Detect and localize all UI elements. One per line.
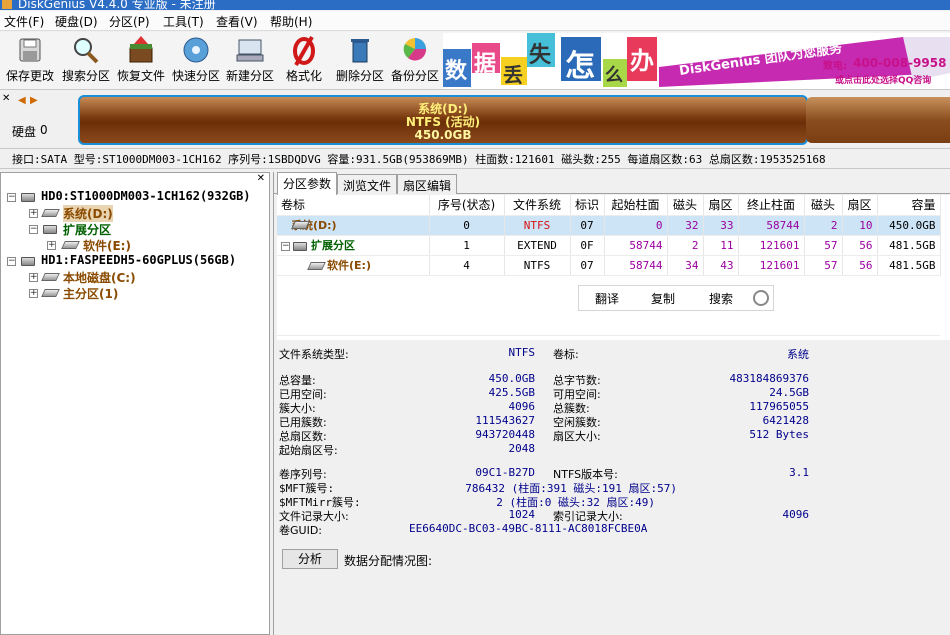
prev-disk-icon[interactable]: ◀ — [18, 95, 26, 106]
volume-guid: EE6640DC-BC03-49BC-8111-AC8018FCBE0A — [409, 522, 648, 535]
menu-help[interactable]: 帮助(H) — [270, 13, 312, 30]
tree-node-primary[interactable]: 主分区(1) — [63, 285, 118, 302]
expand-icon[interactable]: + — [29, 273, 38, 282]
hdd-icon — [21, 257, 35, 266]
fs-type-value: NTFS — [508, 346, 536, 359]
banner-char: 怎 — [565, 49, 595, 84]
banner-char: 丢 — [503, 63, 523, 87]
partition-bar-size: 450.0GB — [414, 128, 472, 142]
title-bar: DiskGenius V4.4.0 专业版 - 未注册 — [0, 0, 950, 10]
disk-tree: ✕ − HD0:ST1000DM003-1CH162(932GB) + 系统(D… — [0, 172, 270, 635]
magnifier-icon — [74, 38, 99, 64]
translate-button[interactable]: 翻译 — [595, 290, 619, 307]
format-button[interactable]: 格式化 — [282, 34, 326, 88]
tree-node-hd1[interactable]: HD1:FASPEEDH5-60GPLUS(56GB) — [41, 253, 236, 267]
next-disk-icon[interactable]: ▶ — [30, 95, 38, 106]
table-row[interactable]: 软件(E:) 4 NTFS 07 58744 34 43 121601 57 5… — [277, 255, 941, 276]
table-header: 卷标 序号(状态) 文件系统 标识 起始柱面 磁头 扇区 终止柱面 磁头 扇区 … — [277, 195, 941, 216]
partition-bar-system[interactable]: 系统(D:) NTFS (活动) 450.0GB — [78, 95, 808, 145]
analyze-button[interactable]: 分析 — [282, 549, 338, 569]
recover-box-icon — [129, 36, 153, 63]
tree-node-software[interactable]: 软件(E:) — [83, 237, 131, 254]
disk-label: 硬盘 — [12, 125, 37, 139]
banner-char: 办 — [630, 47, 654, 75]
menu-partition[interactable]: 分区(P) — [109, 13, 150, 30]
banner-char: 数 — [445, 59, 468, 84]
banner-qq: 或点击此处选择QQ咨询 — [835, 76, 932, 86]
format-icon — [293, 36, 315, 66]
new-partition-icon — [236, 39, 264, 62]
banner-char: 据 — [474, 52, 497, 77]
banner-char: 失 — [529, 43, 552, 68]
new-partition-button[interactable]: 新建分区 — [224, 34, 276, 88]
recover-files-button[interactable]: 恢复文件 — [115, 34, 167, 88]
tree-node-system[interactable]: 系统(D:) — [63, 205, 113, 222]
backup-partition-button[interactable]: 备份分区 — [389, 34, 441, 88]
tree-node-local-c[interactable]: 本地磁盘(C:) — [63, 269, 136, 286]
expand-icon[interactable]: − — [29, 225, 38, 234]
table-row[interactable]: 扩展分区 1 EXTEND 0F 58744 2 11 121601 57 56… — [277, 235, 941, 256]
menu-view[interactable]: 查看(V) — [216, 13, 258, 30]
disk-map-panel: ✕ ◀ ▶ 硬盘 0 系统(D:) NTFS (活动) 450.0GB — [0, 91, 950, 149]
close-icon[interactable]: ✕ — [2, 93, 10, 104]
menu-bar: 文件(F) 硬盘(D) 分区(P) 工具(T) 查看(V) 帮助(H) — [0, 11, 950, 31]
extended-partition-icon — [293, 242, 307, 251]
detail-pane: 分区参数 浏览文件 扇区编辑 卷标 序号(状态) 文件系统 标识 起始柱面 磁头… — [273, 172, 950, 635]
partition-table: 卷标 序号(状态) 文件系统 标识 起始柱面 磁头 扇区 终止柱面 磁头 扇区 … — [277, 195, 950, 340]
tab-browse-files[interactable]: 浏览文件 — [337, 174, 398, 194]
expand-icon[interactable]: + — [47, 241, 56, 250]
disk-info-line: 接口:SATA 型号:ST1000DM003-1CH162 序列号:1SBDQD… — [0, 149, 950, 169]
app-icon — [2, 0, 12, 9]
disk-quick-icon — [183, 37, 209, 63]
tree-node-hd0[interactable]: HD0:ST1000DM003-1CH162(932GB) — [41, 189, 251, 203]
ad-banner[interactable]: 数 据 丢 失 怎 么 办 DiskGenius 团队为您服务 致电: 400-… — [443, 33, 950, 89]
tab-partition-params[interactable]: 分区参数 — [277, 172, 338, 195]
search-partition-button[interactable]: 搜索分区 — [60, 34, 112, 88]
tab-bar: 分区参数 浏览文件 扇区编辑 — [274, 172, 950, 195]
disk-index: 0 — [40, 123, 48, 137]
allocation-map-label: 数据分配情况图: — [344, 554, 433, 568]
expand-icon[interactable]: − — [281, 242, 290, 251]
banner-phone: 400-008-9958 — [853, 56, 947, 70]
fs-info-panel: 文件系统类型: NTFS 卷标: 系统 总容量: 450.0GB 已用空间: 4… — [279, 346, 809, 537]
delete-partition-button[interactable]: 删除分区 — [334, 34, 386, 88]
partition-icon — [61, 241, 80, 249]
hdd-icon — [21, 193, 35, 202]
table-row[interactable]: 系统(D:) 0 NTFS 07 0 32 33 58744 2 10 450.… — [277, 215, 941, 236]
search-button[interactable]: 搜索 — [709, 290, 733, 307]
expand-icon[interactable]: − — [7, 193, 16, 202]
partition-bar-extended[interactable] — [806, 97, 950, 143]
menu-file[interactable]: 文件(F) — [4, 13, 44, 30]
banner-char: 么 — [605, 65, 623, 86]
expand-icon[interactable]: + — [29, 209, 38, 218]
tab-sector-edit[interactable]: 扇区编辑 — [397, 174, 458, 194]
banner-phone-label: 致电: — [823, 61, 847, 72]
extended-partition-icon — [43, 225, 57, 234]
menu-disk[interactable]: 硬盘(D) — [55, 13, 98, 30]
expand-icon[interactable]: + — [29, 289, 38, 298]
partition-icon — [41, 273, 60, 281]
partition-icon — [41, 209, 60, 217]
trash-icon — [351, 39, 369, 63]
copy-button[interactable]: 复制 — [651, 290, 675, 307]
gear-icon[interactable] — [753, 290, 769, 306]
tree-close-icon[interactable]: ✕ — [257, 173, 265, 184]
pie-backup-icon — [403, 38, 427, 61]
expand-icon[interactable]: − — [7, 257, 16, 266]
action-buttons: 翻译 复制 搜索 — [578, 285, 774, 311]
quick-partition-button[interactable]: 快速分区 — [170, 34, 222, 88]
partition-icon — [41, 289, 60, 297]
menu-tools[interactable]: 工具(T) — [163, 13, 204, 30]
save-icon — [19, 38, 41, 62]
volume-label-value: 系统 — [787, 348, 809, 361]
save-changes-button[interactable]: 保存更改 — [4, 34, 56, 88]
window-title: DiskGenius V4.4.0 专业版 - 未注册 — [18, 0, 216, 10]
tree-node-extended[interactable]: 扩展分区 — [63, 221, 111, 238]
